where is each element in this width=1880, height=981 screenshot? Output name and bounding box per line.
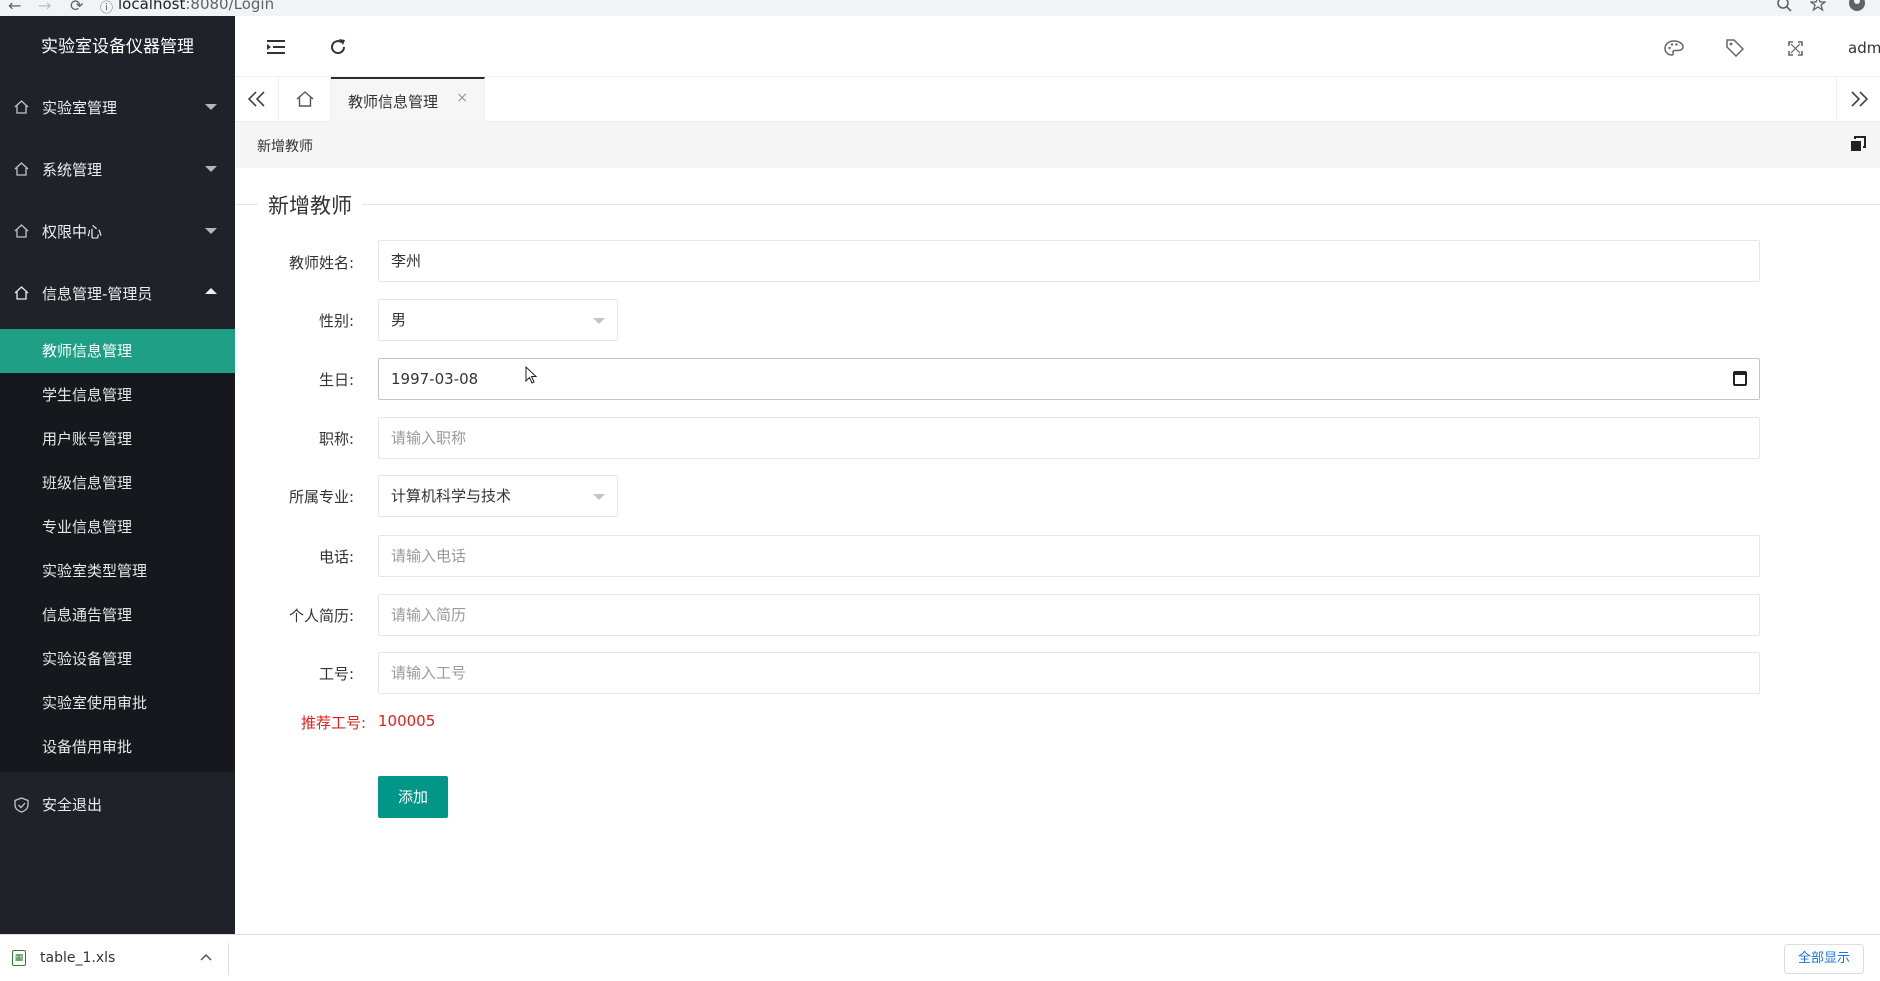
menu-logout[interactable]: 安全退出 [0, 773, 235, 835]
browser-toolbar: ← → ⟳ ⓘ localhost:8080/Login [0, 0, 1880, 16]
recommended-job-number-value: 100005 [378, 712, 436, 730]
shield-icon [14, 797, 29, 813]
divider [228, 943, 229, 975]
title-input[interactable]: 请输入职称 [378, 417, 1760, 459]
fieldset-line [235, 204, 1880, 205]
home-icon [14, 162, 29, 176]
dropdown-arrow-icon [593, 318, 605, 324]
profile-icon[interactable] [1848, 0, 1866, 12]
birthday-value: 1997-03-08 [391, 370, 479, 388]
form-legend: 新增教师 [258, 190, 362, 220]
download-bar: ▦ table_1.xls 全部显示 [0, 934, 1880, 980]
teacher-name-input[interactable]: 李州 [378, 240, 1760, 282]
gender-selected-value: 男 [391, 311, 407, 329]
phone-input[interactable]: 请输入电话 [378, 535, 1760, 577]
spreadsheet-file-icon: ▦ [12, 950, 26, 966]
chevron-up-icon[interactable] [200, 953, 212, 961]
label-job-number: 工号: [318, 665, 354, 683]
app-logo: 实验室设备仪器管理 [0, 16, 235, 78]
major-select[interactable]: 计算机科学与技术 [378, 475, 618, 517]
restore-window-icon[interactable] [1850, 136, 1866, 152]
submenu-class-info[interactable]: 班级信息管理 [0, 461, 235, 505]
label-title: 职称: [318, 430, 354, 448]
tabs-scroll-right-button[interactable] [1836, 77, 1880, 121]
submenu: 教师信息管理 学生信息管理 用户账号管理 班级信息管理 专业信息管理 实验室类型… [0, 329, 235, 772]
submenu-notice[interactable]: 信息通告管理 [0, 593, 235, 637]
label-phone: 电话: [318, 548, 354, 566]
menu-label: 安全退出 [42, 795, 103, 814]
menu-label: 权限中心 [42, 222, 103, 241]
palette-icon[interactable] [1664, 40, 1684, 56]
add-button[interactable]: 添加 [378, 776, 448, 818]
menu-lab-management[interactable]: 实验室管理 [0, 76, 235, 138]
url-host: localhost [118, 0, 186, 13]
submenu-lab-usage-approval[interactable]: 实验室使用审批 [0, 681, 235, 725]
job-number-input[interactable]: 请输入工号 [378, 652, 1760, 694]
menu-permission-center[interactable]: 权限中心 [0, 200, 235, 262]
submenu-major-info[interactable]: 专业信息管理 [0, 505, 235, 549]
fullscreen-icon[interactable] [1788, 41, 1803, 56]
menu-label: 实验室管理 [42, 98, 118, 117]
submenu-lab-equipment[interactable]: 实验设备管理 [0, 637, 235, 681]
dropdown-arrow-icon [593, 494, 605, 500]
tag-icon[interactable] [1726, 39, 1744, 57]
home-icon [14, 100, 29, 114]
calendar-icon[interactable] [1733, 371, 1747, 386]
home-tab[interactable] [279, 77, 331, 121]
double-chevron-left-icon [247, 91, 265, 107]
label-major: 所属专业: [288, 488, 354, 506]
site-info-icon[interactable]: ⓘ [100, 0, 113, 16]
menu-label: 信息管理-管理员 [42, 284, 153, 303]
url-rest: :8080/Login [185, 0, 275, 13]
birthday-date-input[interactable]: 1997-03-08 [378, 358, 1760, 400]
tabs-bar: 教师信息管理 × [235, 76, 1880, 122]
download-file-name: table_1.xls [40, 950, 116, 966]
gender-select[interactable]: 男 [378, 299, 618, 341]
menu-label: 系统管理 [42, 160, 103, 179]
menu-system-management[interactable]: 系统管理 [0, 138, 235, 200]
caret-down-icon [205, 104, 217, 110]
home-icon [296, 91, 313, 107]
caret-down-icon [205, 166, 217, 172]
page-title: 新增教师 [257, 139, 313, 155]
address-bar[interactable]: localhost:8080/Login [118, 0, 274, 13]
zoom-icon[interactable] [1776, 0, 1792, 12]
double-chevron-right-icon [1850, 91, 1868, 107]
collapse-menu-icon[interactable] [267, 40, 285, 54]
top-header: adm [235, 16, 1880, 76]
label-birthday: 生日: [318, 371, 354, 389]
tab-label: 教师信息管理 [348, 93, 439, 111]
home-icon [14, 286, 29, 300]
label-gender: 性别: [318, 312, 354, 330]
refresh-icon[interactable] [329, 38, 347, 56]
mouse-cursor-icon [525, 366, 538, 384]
bookmark-star-icon[interactable] [1810, 0, 1826, 12]
submenu-user-account[interactable]: 用户账号管理 [0, 417, 235, 461]
user-name[interactable]: adm [1848, 39, 1880, 57]
caret-down-icon [205, 228, 217, 234]
forward-icon[interactable]: → [38, 0, 51, 15]
reload-icon[interactable]: ⟳ [70, 0, 83, 15]
caret-up-icon [205, 288, 217, 294]
back-icon[interactable]: ← [8, 0, 21, 15]
menu-info-management-admin[interactable]: 信息管理-管理员 [0, 262, 235, 324]
submenu-student-info[interactable]: 学生信息管理 [0, 373, 235, 417]
page-title-bar: 新增教师 [235, 122, 1880, 168]
close-icon[interactable]: × [456, 90, 468, 106]
submenu-teacher-info[interactable]: 教师信息管理 [0, 329, 235, 373]
label-resume: 个人简历: [288, 607, 354, 625]
submenu-lab-type[interactable]: 实验室类型管理 [0, 549, 235, 593]
show-all-downloads-button[interactable]: 全部显示 [1784, 944, 1864, 974]
label-teacher-name: 教师姓名: [288, 254, 354, 272]
download-item[interactable]: ▦ table_1.xls [12, 935, 115, 981]
submenu-equipment-borrow-approval[interactable]: 设备借用审批 [0, 725, 235, 769]
tabs-scroll-left-button[interactable] [235, 77, 279, 121]
home-icon [14, 224, 29, 238]
resume-input[interactable]: 请输入简历 [378, 594, 1760, 636]
recommended-job-number-label: 推荐工号: [301, 714, 367, 732]
tab-teacher-info[interactable]: 教师信息管理 × [331, 77, 485, 122]
major-selected-value: 计算机科学与技术 [391, 487, 512, 505]
